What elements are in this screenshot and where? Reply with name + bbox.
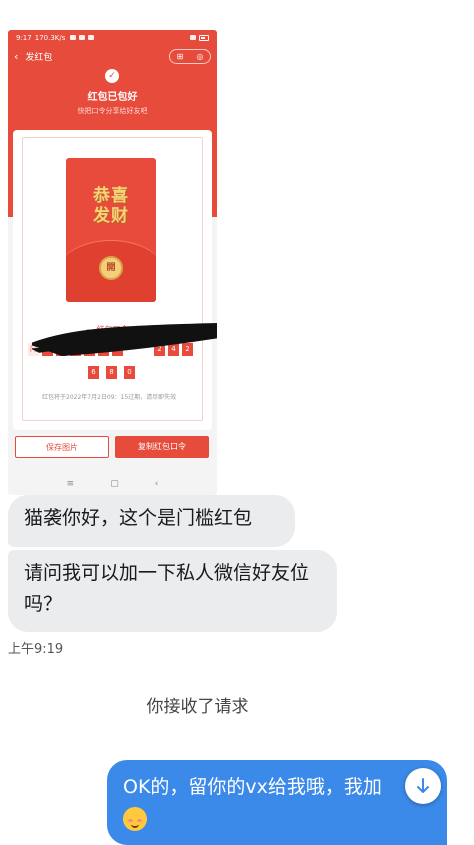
red-packet-screenshot[interactable]: 9:17 170.3K/s ‹ 发红包 ⊞ ◎ ✓ 红包已包好 快把口令分享给好… [8,30,217,495]
copy-code-button[interactable]: 复制红包口令 [115,436,209,458]
red-envelope-image: 恭喜 发财 開 [66,158,156,302]
status-right [190,34,209,41]
miniprogram-capsule[interactable]: ⊞ ◎ [169,48,211,64]
packet-subtitle: 快把口令分享给好友吧 [77,107,148,115]
status-time: 9:17 [16,33,32,42]
battery-icon [199,34,209,41]
incoming-message[interactable]: 猫袭你好，这个是门槛红包 [8,495,295,547]
back-icon[interactable]: ‹ [155,479,159,489]
system-message: 你接收了请求 [146,697,249,717]
message-timestamp: 上午9:19 [8,642,64,657]
status-icons [70,35,95,40]
outgoing-message[interactable]: OK的，留你的vx给我哦，我加 [107,760,447,845]
expire-notice: 红包将于2022年7月2日09：15过期，请尽即失效 [42,394,177,401]
close-capsule-icon[interactable]: ◎ [196,52,203,61]
back-icon[interactable]: ‹ [14,50,18,63]
envelope-greeting-line1: 恭喜 [93,186,129,206]
nav-bar: ‹ 发红包 ⊞ ◎ [8,45,217,67]
open-seal-icon: 開 [99,256,123,280]
code-row-2: 6 8 0 [8,366,217,380]
notification-icon [70,35,77,40]
status-speed: 170.3K/s [34,33,66,42]
packet-title: 红包已包好 [87,92,138,103]
more-icon[interactable]: ⊞ [177,52,184,61]
notification-icon [79,35,86,40]
outgoing-message-text: OK的，留你的vx给我哦，我加 [123,776,382,798]
redaction-scribble [32,322,217,357]
signal-icon [190,35,196,40]
nav-title: 发红包 [25,52,53,63]
arrow-down-icon [417,778,429,793]
smiling-face-with-hearts-icon [123,806,147,831]
system-nav-bar: ≡ ▢ ‹ [8,472,217,495]
code-cell: 0 [124,366,135,379]
check-icon: ✓ [105,69,119,83]
envelope-greeting: 恭喜 发财 [66,186,156,226]
menu-icon[interactable]: ≡ [67,479,75,489]
notification-icon [88,35,95,40]
code-cell: 8 [106,366,117,379]
scroll-down-button[interactable] [405,768,441,804]
code-cell: 6 [88,366,99,379]
save-image-button[interactable]: 保存图片 [15,436,109,458]
home-icon[interactable]: ▢ [110,479,119,489]
incoming-message[interactable]: 请问我可以加一下私人微信好友位吗？ [8,550,337,632]
status-bar: 9:17 170.3K/s [8,30,217,45]
envelope-greeting-line2: 发财 [93,206,129,226]
